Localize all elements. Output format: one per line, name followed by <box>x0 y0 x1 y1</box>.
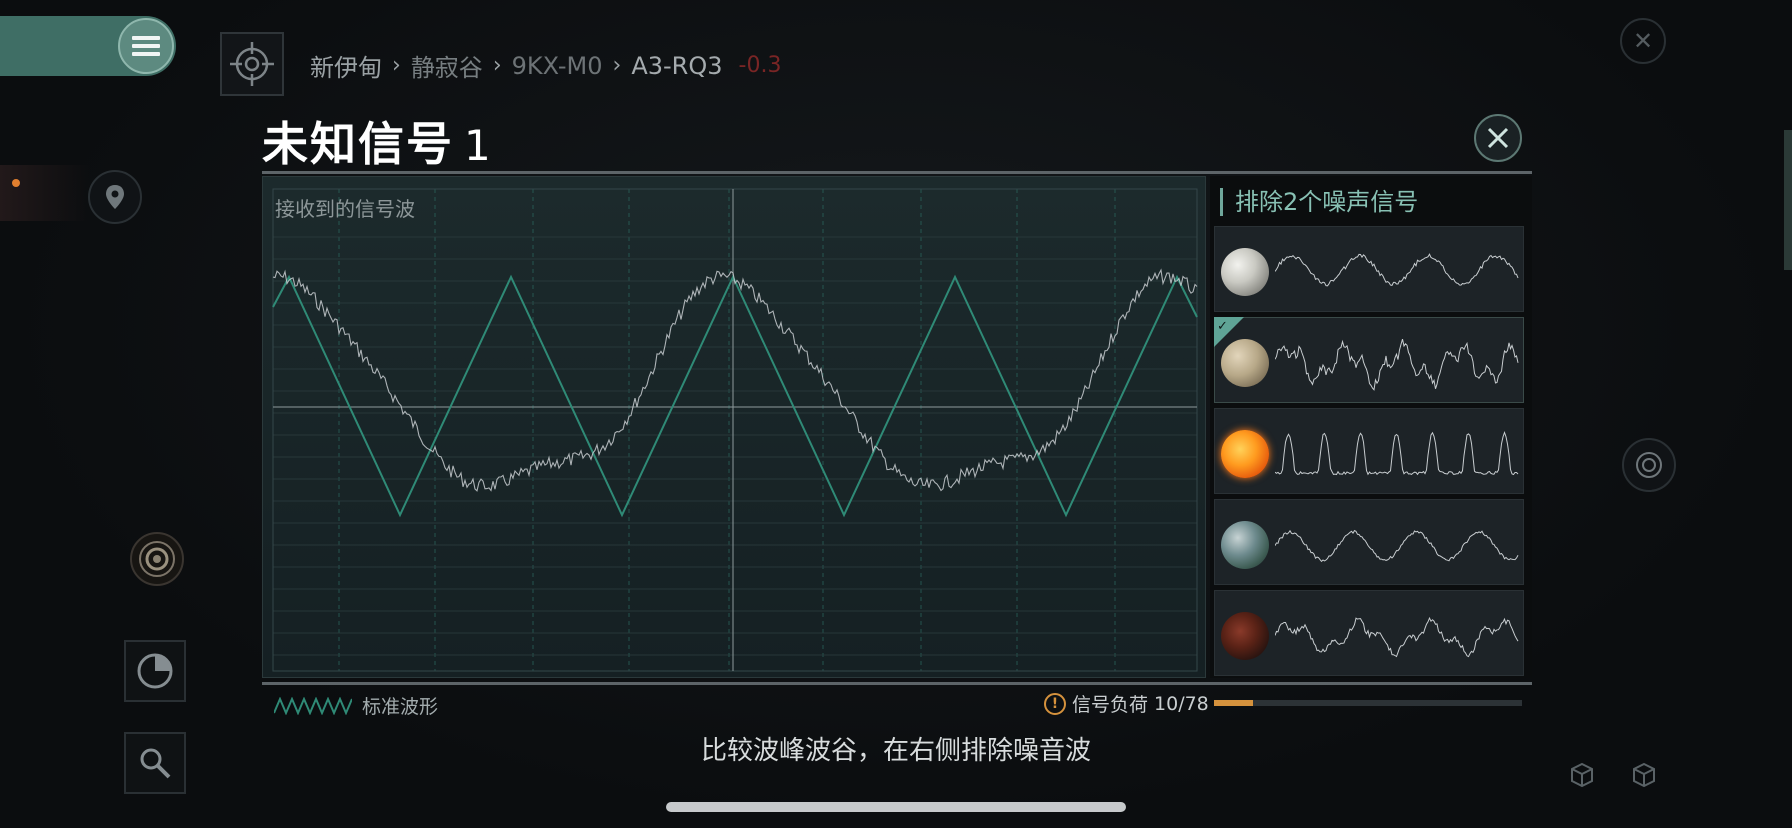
menu-icon <box>132 32 160 60</box>
modal-close-button[interactable] <box>1474 114 1522 162</box>
load-progress-fill <box>1214 700 1253 706</box>
instruction-hint: 比较波峰波谷，在右侧排除噪音波 <box>0 730 1792 767</box>
noise-option-5[interactable] <box>1214 590 1524 676</box>
radar-icon <box>1634 450 1664 480</box>
modal-title-number: 1 <box>464 121 493 170</box>
breadcrumb-constellation[interactable]: 静寂谷 <box>411 48 483 83</box>
noise-option-1[interactable] <box>1214 226 1524 312</box>
radar-button[interactable] <box>1622 438 1676 492</box>
sun-icon <box>1221 430 1269 478</box>
load-progress-bar <box>1214 700 1522 706</box>
noise-option-4[interactable] <box>1214 499 1524 585</box>
location-pin-icon <box>104 184 126 210</box>
close-icon: ✕ <box>1633 27 1653 55</box>
chevron-right-icon: › <box>613 53 622 78</box>
load-label: 信号负荷 <box>1072 690 1148 717</box>
signal-wave-panel: 接收到的信号波 <box>262 176 1206 678</box>
check-icon: ✓ <box>1217 319 1228 334</box>
location-button[interactable] <box>88 170 142 224</box>
modal-title: 未知信号 1 <box>262 108 493 174</box>
noise-panel-header: 排除2个噪声信号 <box>1220 188 1418 216</box>
panel-bottom-border <box>262 682 1532 685</box>
gas-giant-icon <box>1221 248 1269 296</box>
legend-label: 标准波形 <box>362 692 438 719</box>
noise-wave-4 <box>1275 506 1519 580</box>
notification-dot <box>12 179 20 187</box>
chevron-right-icon: › <box>392 53 401 78</box>
noise-wave-3 <box>1275 415 1519 489</box>
noise-wave-2 <box>1275 324 1519 398</box>
standard-wave-legend: 标准波形 <box>274 692 438 719</box>
signal-load: ! 信号负荷 10/78 <box>1044 690 1209 717</box>
panel-top-border <box>262 171 1532 174</box>
chart-button[interactable] <box>124 640 186 702</box>
scanner-icon <box>137 539 177 579</box>
warning-icon: ! <box>1044 693 1066 715</box>
top-close-button[interactable]: ✕ <box>1620 18 1666 64</box>
load-value: 10/78 <box>1154 693 1209 715</box>
noise-option-3[interactable] <box>1214 408 1524 494</box>
target-button[interactable] <box>220 32 284 96</box>
crosshair-icon <box>229 41 275 87</box>
noise-wave-1 <box>1275 233 1519 307</box>
menu-button[interactable] <box>118 18 174 74</box>
signal-wave-chart <box>263 177 1207 679</box>
noise-wave-5 <box>1275 597 1519 671</box>
close-icon <box>1485 125 1511 151</box>
lava-planet-icon <box>1221 612 1269 660</box>
security-status: -0.3 <box>739 53 782 78</box>
home-indicator[interactable] <box>666 802 1126 812</box>
scanner-button[interactable] <box>130 532 184 586</box>
modal-title-text: 未知信号 <box>262 117 454 171</box>
noise-panel: 排除2个噪声信号 ✓ <box>1210 176 1532 678</box>
right-edge-tab <box>1784 130 1792 270</box>
earth-icon <box>1221 521 1269 569</box>
breadcrumb: 新伊甸 › 静寂谷 › 9KX-M0 › A3-RQ3 -0.3 <box>310 48 781 83</box>
zigzag-wave-icon <box>274 697 352 715</box>
breadcrumb-system[interactable]: 9KX-M0 <box>512 52 603 80</box>
breadcrumb-site[interactable]: A3-RQ3 <box>631 52 722 80</box>
noise-option-2[interactable]: ✓ <box>1214 317 1524 403</box>
pie-chart-icon <box>136 652 174 690</box>
chevron-right-icon: › <box>493 53 502 78</box>
breadcrumb-region[interactable]: 新伊甸 <box>310 48 382 83</box>
side-strip <box>0 165 90 221</box>
